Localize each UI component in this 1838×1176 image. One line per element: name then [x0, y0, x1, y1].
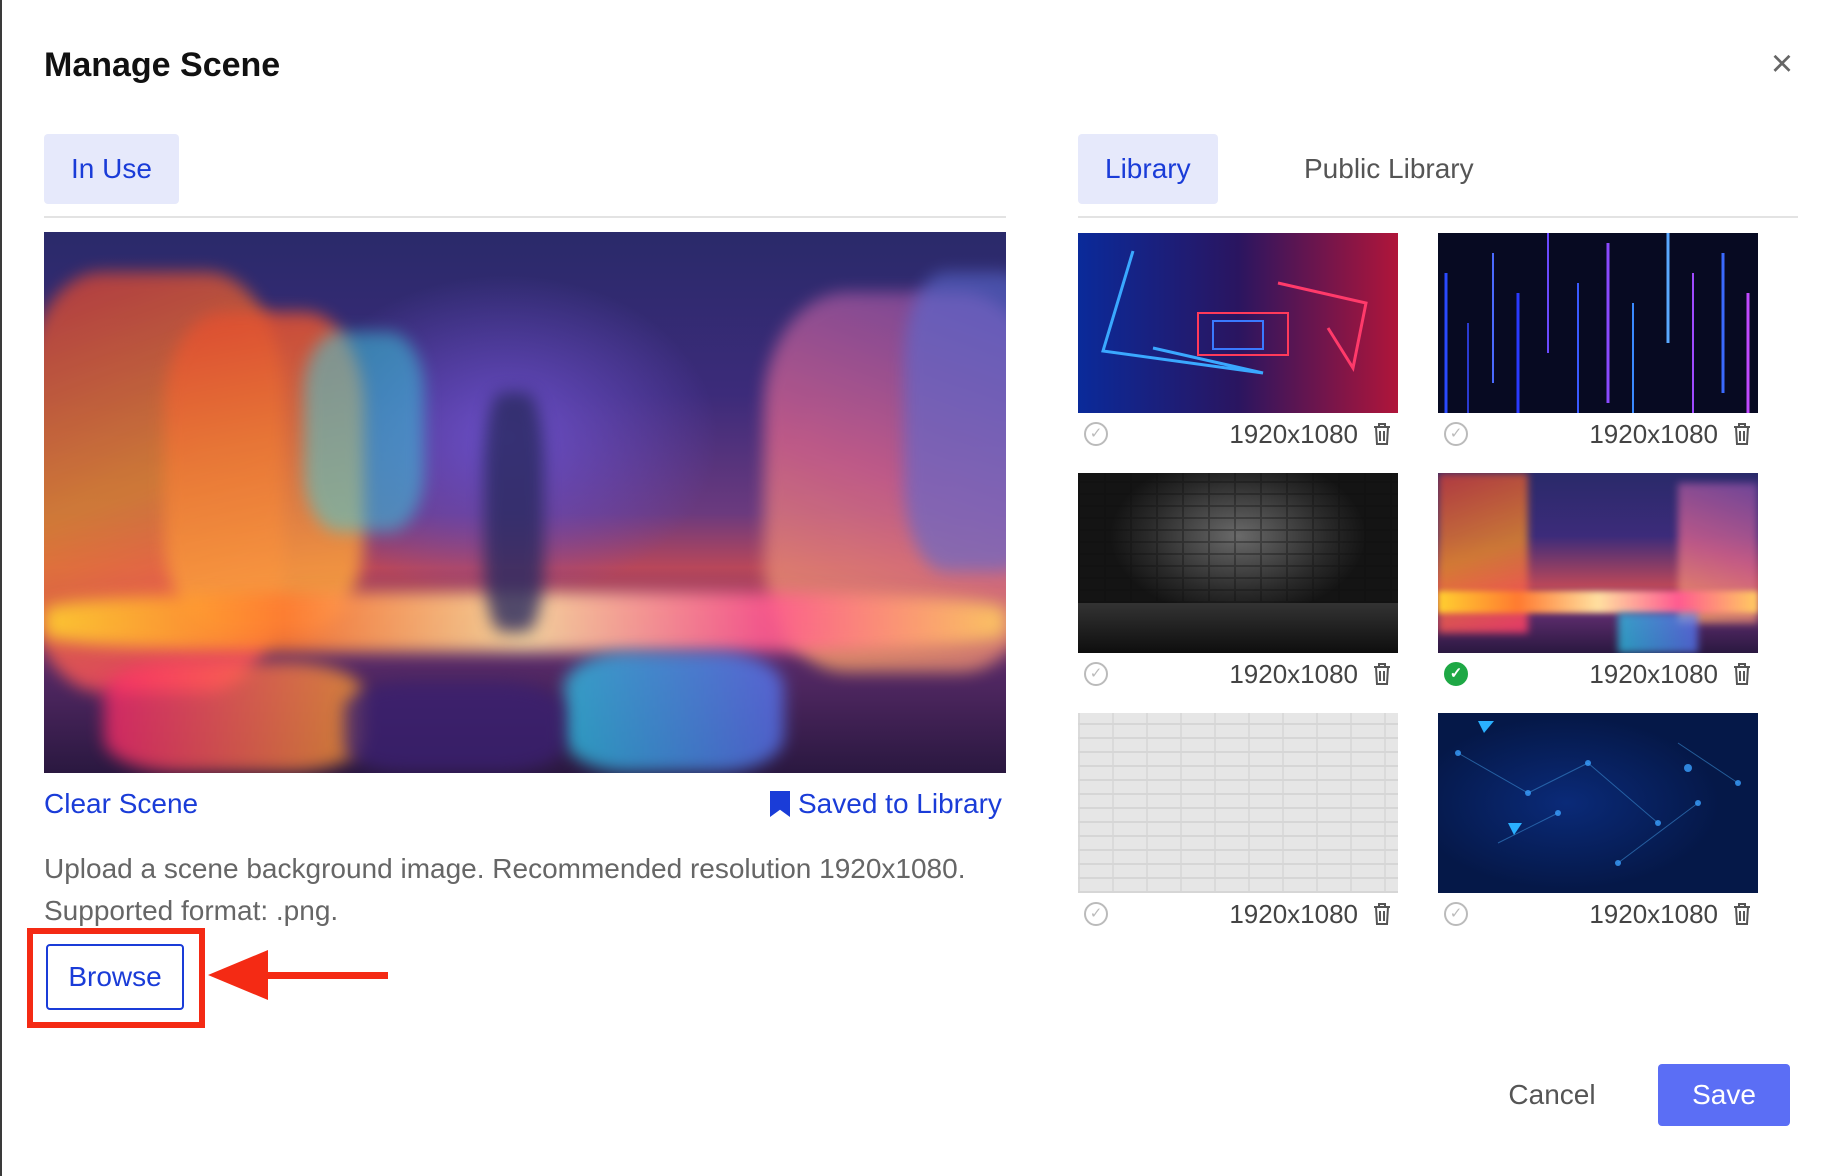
clear-scene-link[interactable]: Clear Scene — [44, 788, 198, 820]
select-check-icon[interactable]: ✓ — [1084, 662, 1108, 686]
thumbnail-resolution: 1920x1080 — [1229, 899, 1358, 929]
thumbnail-meta: ✓ 1920x1080 — [1078, 896, 1398, 932]
annotation-highlight-box — [27, 928, 205, 1028]
library-thumbnail[interactable] — [1438, 713, 1758, 893]
bookmark-icon — [770, 791, 790, 817]
left-divider — [44, 216, 1006, 218]
select-check-icon[interactable]: ✓ — [1444, 902, 1468, 926]
saved-to-library-label: Saved to Library — [798, 788, 1002, 819]
right-divider — [1078, 216, 1798, 218]
select-check-icon[interactable]: ✓ — [1084, 422, 1108, 446]
annotation-arrow-shaft — [268, 972, 388, 979]
save-button[interactable]: Save — [1658, 1064, 1790, 1126]
library-thumbnail[interactable] — [1078, 473, 1398, 653]
library-thumbnail[interactable] — [1078, 233, 1398, 413]
select-check-icon[interactable]: ✓ — [1444, 422, 1468, 446]
trash-icon[interactable] — [1732, 422, 1752, 446]
trash-icon[interactable] — [1732, 662, 1752, 686]
thumbnail-meta: ✓ 1920x1080 — [1438, 416, 1758, 452]
library-thumbnail[interactable] — [1438, 233, 1758, 413]
tab-public-library[interactable]: Public Library — [1277, 134, 1501, 204]
trash-icon[interactable] — [1372, 422, 1392, 446]
selected-check-icon[interactable]: ✓ — [1444, 662, 1468, 686]
library-thumbnail[interactable] — [1438, 473, 1758, 653]
library-thumbnail[interactable] — [1078, 713, 1398, 893]
annotation-arrow-head — [208, 950, 268, 1000]
saved-to-library-link[interactable]: Saved to Library — [770, 788, 1002, 820]
upload-hint: Upload a scene background image. Recomme… — [44, 848, 1044, 932]
scene-preview-image — [44, 232, 1006, 773]
close-icon[interactable]: × — [1766, 45, 1798, 83]
manage-scene-dialog: Manage Scene × In Use Clear Scene Saved … — [2, 0, 1838, 1176]
thumbnail-resolution: 1920x1080 — [1589, 899, 1718, 929]
thumbnail-resolution: 1920x1080 — [1589, 419, 1718, 449]
trash-icon[interactable] — [1732, 902, 1752, 926]
upload-hint-line1: Upload a scene background image. Recomme… — [44, 853, 966, 884]
thumbnail-resolution: 1920x1080 — [1229, 659, 1358, 689]
thumbnail-meta: ✓ 1920x1080 — [1078, 656, 1398, 692]
tab-library[interactable]: Library — [1078, 134, 1218, 204]
thumbnail-resolution: 1920x1080 — [1589, 659, 1718, 689]
upload-hint-line2: Supported format: .png. — [44, 895, 339, 926]
tab-in-use[interactable]: In Use — [44, 134, 179, 204]
thumbnail-meta: ✓ 1920x1080 — [1438, 896, 1758, 932]
trash-icon[interactable] — [1372, 902, 1392, 926]
thumbnail-meta: ✓ 1920x1080 — [1078, 416, 1398, 452]
thumbnail-meta: ✓ 1920x1080 — [1438, 656, 1758, 692]
thumbnail-resolution: 1920x1080 — [1229, 419, 1358, 449]
cancel-button[interactable]: Cancel — [1492, 1064, 1612, 1126]
trash-icon[interactable] — [1372, 662, 1392, 686]
select-check-icon[interactable]: ✓ — [1084, 902, 1108, 926]
dialog-title: Manage Scene — [44, 46, 281, 84]
